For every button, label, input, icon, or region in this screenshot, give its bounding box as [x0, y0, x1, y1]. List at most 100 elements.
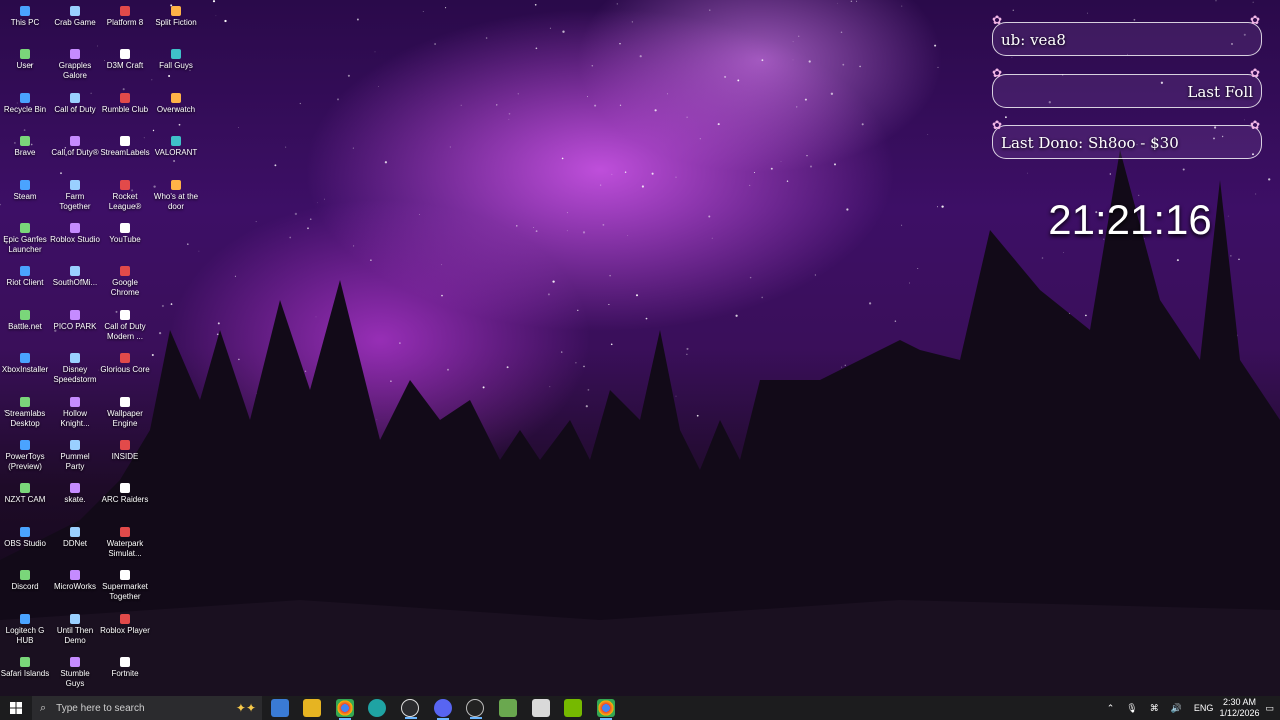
desktop-icon-label: ARC Raiders [101, 495, 149, 505]
desktop-icon-label: PICO PARK [53, 321, 97, 331]
microphone-icon[interactable]: 🎙 [1126, 703, 1137, 714]
taskbar-obs-icon[interactable] [401, 699, 419, 719]
desktop-icon[interactable]: Crab Game [50, 4, 100, 28]
desktop-icon-label: D3M Craft [106, 61, 144, 71]
desktop-icon[interactable]: Who's at the door [151, 178, 201, 212]
desktop-icon[interactable]: Logitech G HUB [0, 612, 50, 646]
desktop-icon[interactable]: Waterpark Simulat... [100, 525, 150, 559]
desktop-icon-label: Steam [13, 191, 37, 201]
desktop-icon[interactable]: Battle.net [0, 308, 50, 332]
desktop-icon[interactable]: Call of Duty [50, 91, 100, 115]
app-icon [20, 6, 30, 16]
taskbar-app-icon[interactable] [532, 699, 550, 717]
taskbar-store-icon[interactable] [271, 699, 289, 717]
desktop-icon[interactable]: PowerToys (Preview) [0, 438, 50, 472]
desktop-icon-label: Battle.net [8, 321, 42, 331]
taskbar-clock[interactable]: 2:30 AM 1/12/2026 [1219, 697, 1259, 719]
desktop-icon[interactable]: Call of Duty® [50, 134, 100, 158]
desktop-icon-label: Overwatch [156, 104, 196, 114]
desktop-icon[interactable]: Recycle Bin [0, 91, 50, 115]
taskbar-chrome-icon-2[interactable] [597, 699, 615, 720]
desktop-icon-label: Rocket League® [108, 191, 142, 211]
desktop-icon[interactable]: Pummel Party [50, 438, 100, 472]
desktop-icon[interactable]: Stumble Guys [50, 655, 100, 689]
desktop-icon[interactable]: PICO PARK [50, 308, 100, 332]
taskbar-edge-icon[interactable] [368, 699, 386, 717]
app-icon [70, 266, 80, 277]
desktop-icon[interactable]: Epic Games Launcher [0, 221, 50, 255]
desktop-icon[interactable]: skate. [50, 481, 100, 505]
overlay-follow-text: Last Foll [1187, 83, 1253, 101]
desktop-icon[interactable]: Roblox Studio [50, 221, 100, 245]
chevron-up-icon[interactable]: ⌃ [1107, 703, 1115, 714]
desktop-icon[interactable]: Disney Speedstorm [50, 351, 100, 385]
desktop-icon-label: VALORANT [154, 148, 198, 158]
desktop-icon-label: PowerToys (Preview) [5, 452, 45, 471]
desktop-icon[interactable]: This PC [0, 4, 50, 28]
desktop-icon-label: Fortnite [111, 669, 139, 678]
desktop-icon[interactable]: Rumble Club [100, 91, 150, 115]
desktop-icon[interactable]: Platform 8 [100, 4, 150, 28]
desktop-icon[interactable]: Safari Islands [0, 655, 50, 679]
desktop-icon-label: OBS Studio [4, 538, 46, 548]
desktop-icon[interactable]: Supermarket Together [100, 568, 150, 602]
desktop-icon[interactable]: Brave [0, 134, 50, 158]
desktop-icon[interactable]: Roblox Player [100, 612, 150, 636]
desktop-icon[interactable]: Google Chrome [100, 264, 150, 298]
desktop-icon[interactable]: XboxInstaller [0, 351, 50, 375]
desktop-icon[interactable]: DDNet [50, 525, 100, 549]
volume-icon[interactable]: 🔊 [1171, 703, 1182, 714]
start-button[interactable] [0, 696, 32, 720]
desktop-icon[interactable]: StreamLabels [100, 134, 150, 158]
desktop-icon-label: Rumble Club [101, 104, 149, 114]
desktop-icon[interactable]: Hollow Knight... [50, 395, 100, 429]
desktop-icon[interactable]: OBS Studio [0, 525, 50, 549]
desktop-icon[interactable]: YouTube [100, 221, 150, 245]
desktop-icon-label: Supermarket Together [102, 582, 148, 602]
desktop-icon[interactable]: User [0, 47, 50, 71]
desktop-icon[interactable]: VALORANT [151, 134, 201, 158]
search-icon: ⌕ [40, 701, 47, 714]
desktop-icon[interactable]: NZXT CAM [0, 481, 50, 505]
desktop-icon[interactable]: Fortnite [100, 655, 150, 679]
app-icon [120, 179, 130, 190]
desktop-icon[interactable]: Until Then Demo [50, 612, 100, 646]
desktop-icon[interactable]: D3M Craft [100, 47, 150, 71]
desktop-icon[interactable]: Call of Duty Modern ... [100, 308, 150, 342]
app-icon [120, 526, 130, 537]
language-indicator[interactable]: ENG [1194, 703, 1214, 713]
taskbar-search-box[interactable]: ⌕ Type here to search ✦✦ [32, 696, 262, 720]
desktop-icon-label: Google Chrome [110, 278, 140, 298]
taskbar-file-explorer-icon[interactable] [303, 699, 321, 717]
taskbar-steam-icon[interactable] [466, 699, 484, 719]
taskbar-discord-icon[interactable] [434, 699, 452, 720]
desktop-icon[interactable]: Discord [0, 568, 50, 592]
app-icon [70, 570, 80, 581]
app-icon [120, 570, 130, 581]
app-icon [20, 266, 30, 277]
taskbar-chrome-icon[interactable] [336, 699, 354, 720]
taskbar-nvidia-icon[interactable] [564, 699, 582, 717]
app-icon [20, 526, 30, 537]
desktop-icon[interactable]: SouthOfMi... [50, 264, 100, 288]
desktop-icon[interactable]: Split Fiction [151, 4, 201, 28]
desktop-icon[interactable]: Steam [0, 178, 50, 202]
desktop-icon[interactable]: Overwatch [151, 91, 201, 115]
network-icon[interactable]: ⌘ [1150, 703, 1159, 714]
desktop-icon[interactable]: Glorious Core [100, 351, 150, 375]
desktop-icon[interactable]: ARC Raiders [100, 481, 150, 505]
desktop-icon[interactable]: Streamlabs Desktop [0, 395, 50, 429]
desktop-icon-label: Call of Duty® [51, 148, 99, 158]
app-icon [20, 483, 30, 494]
desktop-icon[interactable]: Grapples Galore [50, 47, 100, 81]
desktop-icon[interactable]: Wallpaper Engine [100, 395, 150, 429]
taskbar-minecraft-icon[interactable] [499, 699, 517, 717]
app-icon [120, 92, 130, 103]
desktop-icon[interactable]: Fall Guys [151, 47, 201, 71]
desktop-icon[interactable]: INSIDE [100, 438, 150, 462]
desktop-icon[interactable]: MicroWorks [50, 568, 100, 592]
desktop-icon[interactable]: Farm Together [50, 178, 100, 212]
desktop-icon[interactable]: Rocket League® [100, 178, 150, 212]
notifications-icon[interactable]: ▭ [1265, 703, 1274, 714]
desktop-icon[interactable]: Riot Client [0, 264, 50, 288]
